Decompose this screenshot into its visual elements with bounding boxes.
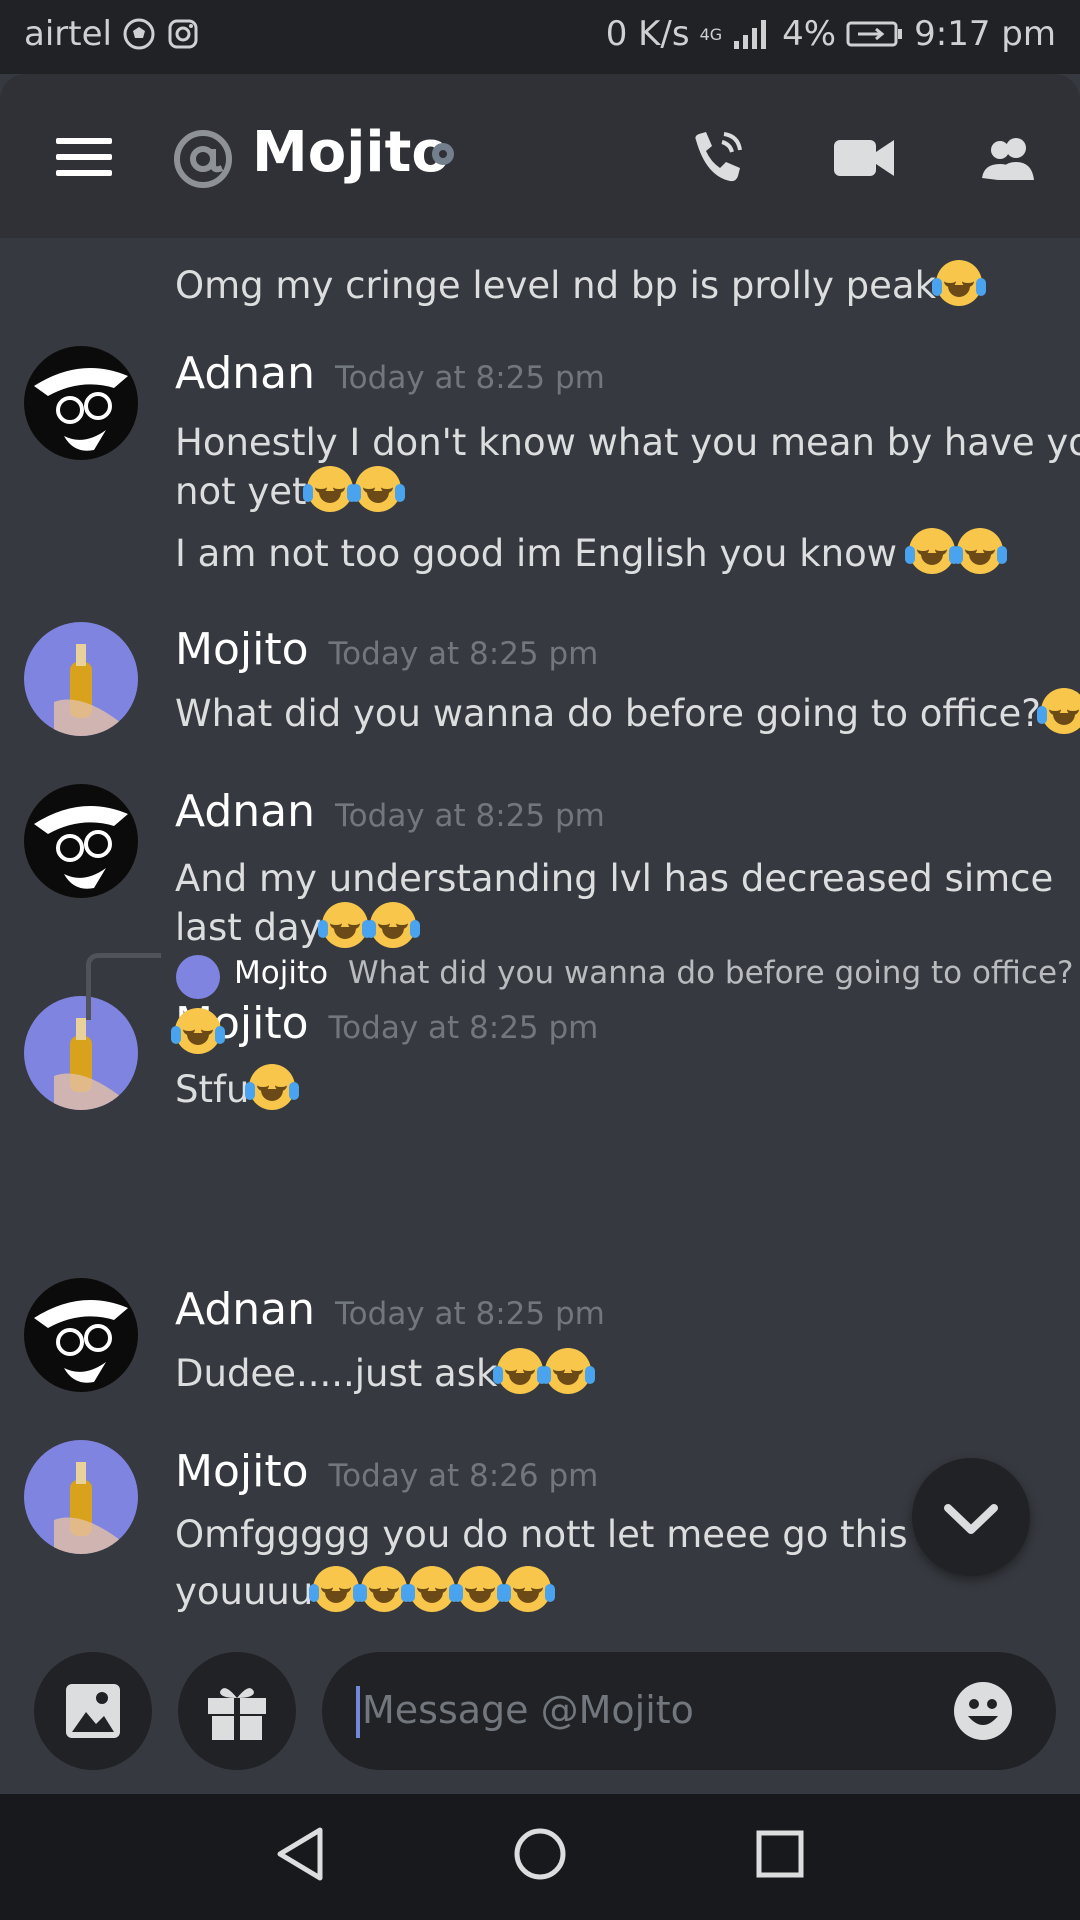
message-line: last day <box>175 902 420 953</box>
reply-connector <box>86 953 161 1020</box>
avatar[interactable] <box>24 1278 138 1392</box>
joy-emoji-icon <box>501 1566 556 1612</box>
carrier-label: airtel <box>24 14 112 54</box>
text-caret <box>356 1686 360 1738</box>
joy-emoji-icon <box>952 528 1007 574</box>
chevron-down-icon <box>944 1504 998 1534</box>
message-line: Omfggggg you do nott let meee go this wa… <box>175 1513 995 1556</box>
message-line: not yet <box>175 466 405 517</box>
reply-author[interactable]: Mojito <box>234 955 328 991</box>
joy-emoji-icon <box>493 1348 548 1394</box>
joy-emoji-icon <box>302 466 357 512</box>
signal-icon <box>734 20 767 49</box>
message-line: And my understanding lvl has decreased s… <box>175 857 1054 900</box>
joy-emoji-icon <box>904 528 959 574</box>
avatar[interactable] <box>24 346 138 460</box>
joy-emoji-icon <box>357 1566 412 1612</box>
message-author[interactable]: Adnan Today at 8:25 pm <box>175 786 605 837</box>
joy-emoji-icon <box>1036 688 1080 734</box>
joy-emoji-icon <box>453 1566 508 1612</box>
instagram-icon <box>168 19 198 49</box>
avatar[interactable] <box>24 1440 138 1554</box>
network-type: 4G <box>699 24 723 44</box>
joy-emoji-icon <box>932 260 986 306</box>
message-line: youuuu <box>175 1566 556 1617</box>
jump-to-present-button[interactable] <box>912 1458 1030 1576</box>
joy-emoji-icon <box>245 1064 300 1110</box>
video-call-icon[interactable] <box>832 128 896 188</box>
clock: 9:17 pm <box>914 14 1056 54</box>
battery-charging-icon <box>846 21 903 47</box>
message-line: I am not too good im English you know <box>175 528 1007 579</box>
message-author[interactable]: Adnan Today at 8:25 pm <box>175 1284 605 1335</box>
avatar[interactable] <box>24 784 138 898</box>
message-author[interactable]: Adnan Today at 8:25 pm <box>175 348 605 399</box>
joy-emoji-icon <box>365 902 420 948</box>
net-speed: 0 K/s <box>605 14 690 54</box>
image-icon <box>66 1684 120 1738</box>
message-timestamp: Today at 8:25 pm <box>328 1010 599 1046</box>
message-author[interactable]: Mojito Today at 8:25 pm <box>175 624 598 675</box>
message-line: Honestly I don't know what you mean by h… <box>175 421 1080 464</box>
menu-icon[interactable] <box>56 138 112 178</box>
joy-emoji-icon <box>350 466 405 512</box>
reply-emoji-line <box>171 1008 225 1059</box>
message-line: Stfu <box>175 1064 300 1115</box>
back-icon[interactable] <box>272 1824 328 1884</box>
reply-avatar <box>176 955 220 999</box>
message-input-placeholder: Message @Mojito <box>362 1688 694 1732</box>
joy-emoji-icon <box>171 1008 225 1054</box>
message-timestamp: Today at 8:25 pm <box>328 636 599 672</box>
status-bar: airtel 0 K/s 4G 4% 9:17 pm <box>0 0 1080 74</box>
at-icon <box>174 130 232 188</box>
message-line: Omg my cringe level nd bp is prolly peak <box>175 260 986 311</box>
channel-title: Mojito <box>252 120 450 185</box>
reply-preview-text[interactable]: What did you wanna do before going to of… <box>348 955 1073 991</box>
channel-header <box>0 74 1080 238</box>
message-author[interactable]: Mojito Today at 8:25 pm <box>175 998 598 1049</box>
joy-emoji-icon <box>317 902 372 948</box>
message-line: What did you wanna do before going to of… <box>175 688 1080 739</box>
voice-call-icon[interactable] <box>686 128 750 188</box>
message-author[interactable]: Mojito Today at 8:26 pm <box>175 1446 598 1497</box>
attach-image-button[interactable] <box>34 1652 152 1770</box>
recents-icon[interactable] <box>752 1824 808 1884</box>
status-offline-icon <box>432 143 454 165</box>
message-timestamp: Today at 8:25 pm <box>335 798 605 834</box>
gift-icon <box>208 1688 266 1740</box>
system-nav-bar <box>0 1794 1080 1920</box>
gift-button[interactable] <box>178 1652 296 1770</box>
home-icon[interactable] <box>512 1824 568 1884</box>
joy-emoji-icon <box>541 1348 596 1394</box>
message-timestamp: Today at 8:25 pm <box>335 360 605 396</box>
joy-emoji-icon <box>405 1566 460 1612</box>
message-list[interactable]: Omg my cringe level nd bp is prolly peak… <box>0 238 1080 1648</box>
members-icon[interactable] <box>976 128 1040 188</box>
message-timestamp: Today at 8:25 pm <box>335 1296 605 1332</box>
soccer-ball-icon <box>123 18 155 50</box>
avatar[interactable] <box>24 622 138 736</box>
emoji-icon[interactable] <box>952 1680 1014 1742</box>
joy-emoji-icon <box>309 1566 364 1612</box>
message-line: Dudee.....just ask <box>175 1348 596 1399</box>
message-timestamp: Today at 8:26 pm <box>328 1458 599 1494</box>
battery-percent: 4% <box>782 14 837 54</box>
